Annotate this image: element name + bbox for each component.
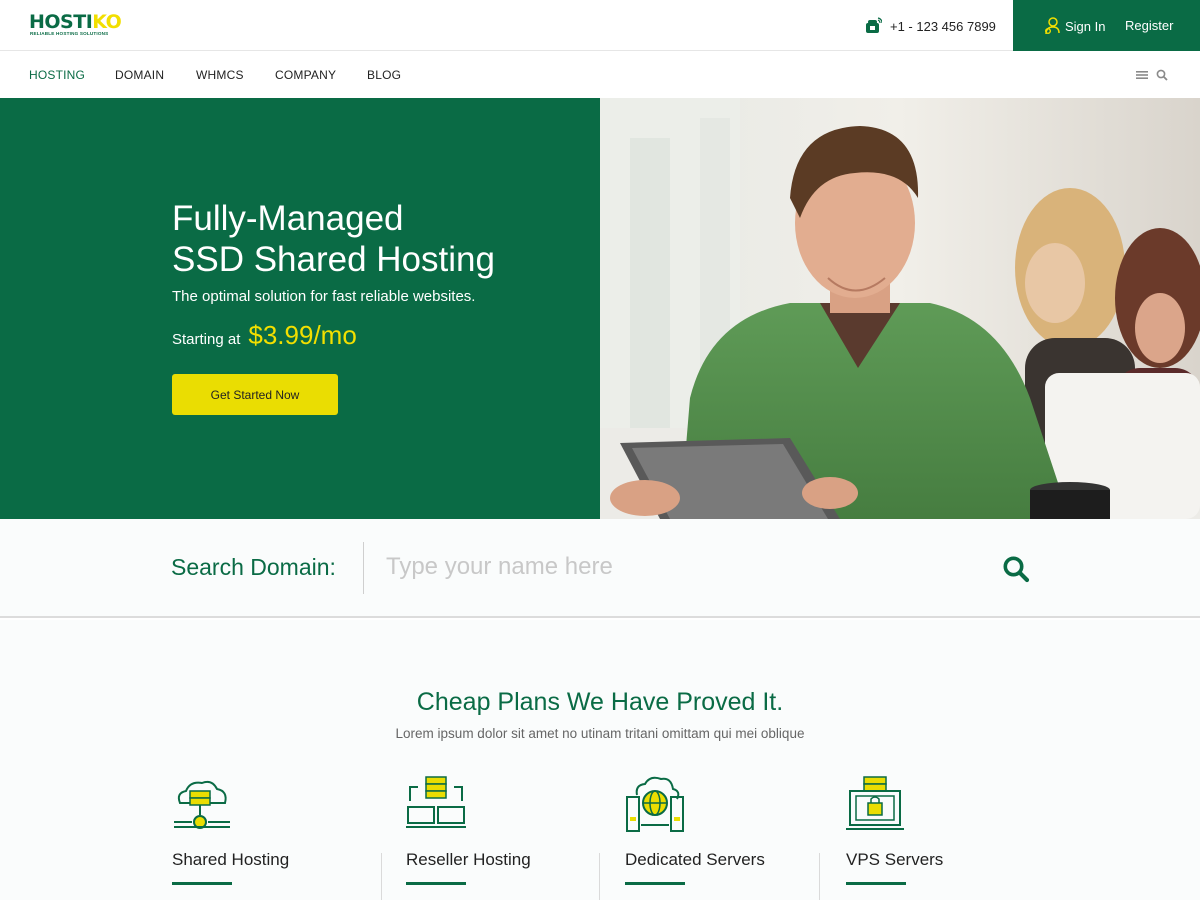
search-icon[interactable] xyxy=(1001,554,1031,584)
nav-item-company[interactable]: COMPANY xyxy=(275,68,336,82)
logo[interactable]: HOSTIKO RELIABLE HOSTING SOLUTIONS xyxy=(29,11,122,39)
nav-item-whmcs[interactable]: WHMCS xyxy=(196,68,244,82)
man-with-tablet-photo xyxy=(600,98,1200,519)
plan-name: Reseller Hosting xyxy=(406,850,531,869)
get-started-button[interactable]: Get Started Now xyxy=(172,374,338,415)
logo-tagline: RELIABLE HOSTING SOLUTIONS xyxy=(30,31,109,36)
hero-title-line1: Fully-Managed xyxy=(172,199,404,238)
user-key-icon xyxy=(1045,17,1060,35)
plan-name: Dedicated Servers xyxy=(625,850,765,869)
globe-server-icon xyxy=(626,776,684,832)
plan-underline xyxy=(625,882,685,885)
search-domain-label: Search Domain: xyxy=(171,554,336,580)
hero-price-row: Starting at $3.99/mo xyxy=(172,320,357,351)
nav-item-hosting[interactable]: HOSTING xyxy=(29,68,85,82)
top-bar: HOSTIKO RELIABLE HOSTING SOLUTIONS +1 - … xyxy=(0,0,1200,51)
account-bar: Sign In Register xyxy=(1013,0,1200,51)
register-link[interactable]: Register xyxy=(1125,18,1173,33)
price-value: $3.99/mo xyxy=(248,320,357,350)
phone-number: +1 - 123 456 7899 xyxy=(890,18,996,34)
phone-contact[interactable]: +1 - 123 456 7899 xyxy=(864,16,996,36)
price-label: Starting at xyxy=(172,331,241,348)
nav-tools xyxy=(1136,69,1168,81)
plans-subtitle: Lorem ipsum dolor sit amet no utinam tri… xyxy=(395,726,805,741)
hero-subtitle: The optimal solution for fast reliable w… xyxy=(172,288,476,305)
search-icon[interactable] xyxy=(1156,69,1168,81)
nav-item-blog[interactable]: BLOG xyxy=(367,68,401,82)
plan-divider xyxy=(599,853,600,900)
main-nav: HOSTING DOMAIN WHMCS COMPANY BLOG xyxy=(0,52,1200,98)
plans-title: Cheap Plans We Have Proved It. xyxy=(416,688,784,716)
plan-underline xyxy=(172,882,232,885)
hero-photo xyxy=(600,98,1200,519)
cloud-server-icon xyxy=(174,780,230,829)
plans-section: Cheap Plans We Have Proved It. Lorem ips… xyxy=(0,620,1200,900)
logo-main: HOSTI xyxy=(29,11,93,33)
menu-icon[interactable] xyxy=(1136,69,1148,81)
plan-divider xyxy=(381,853,382,900)
plan-name: VPS Servers xyxy=(846,850,944,869)
logo-wordmark: HOSTIKO xyxy=(29,11,122,33)
sign-in-link[interactable]: Sign In xyxy=(1043,16,1105,36)
nav-item-domain[interactable]: DOMAIN xyxy=(115,68,164,82)
hero-title: Fully-Managed SSD Shared Hosting xyxy=(172,198,495,280)
hero-panel: Fully-Managed SSD Shared Hosting The opt… xyxy=(0,98,600,519)
plan-name: Shared Hosting xyxy=(172,850,290,869)
domain-search-input[interactable] xyxy=(386,547,976,587)
plan-underline xyxy=(846,882,906,885)
secure-server-icon xyxy=(846,776,904,830)
logo-accent: KO xyxy=(92,11,122,33)
plan-divider xyxy=(819,853,820,900)
server-network-icon xyxy=(406,776,466,828)
search-separator xyxy=(363,542,364,594)
domain-search-bar: Search Domain: xyxy=(0,519,1200,618)
hero-title-line2: SSD Shared Hosting xyxy=(172,240,495,279)
phone-icon xyxy=(866,17,882,33)
sign-in-label: Sign In xyxy=(1065,18,1106,34)
plan-underline xyxy=(406,882,466,885)
